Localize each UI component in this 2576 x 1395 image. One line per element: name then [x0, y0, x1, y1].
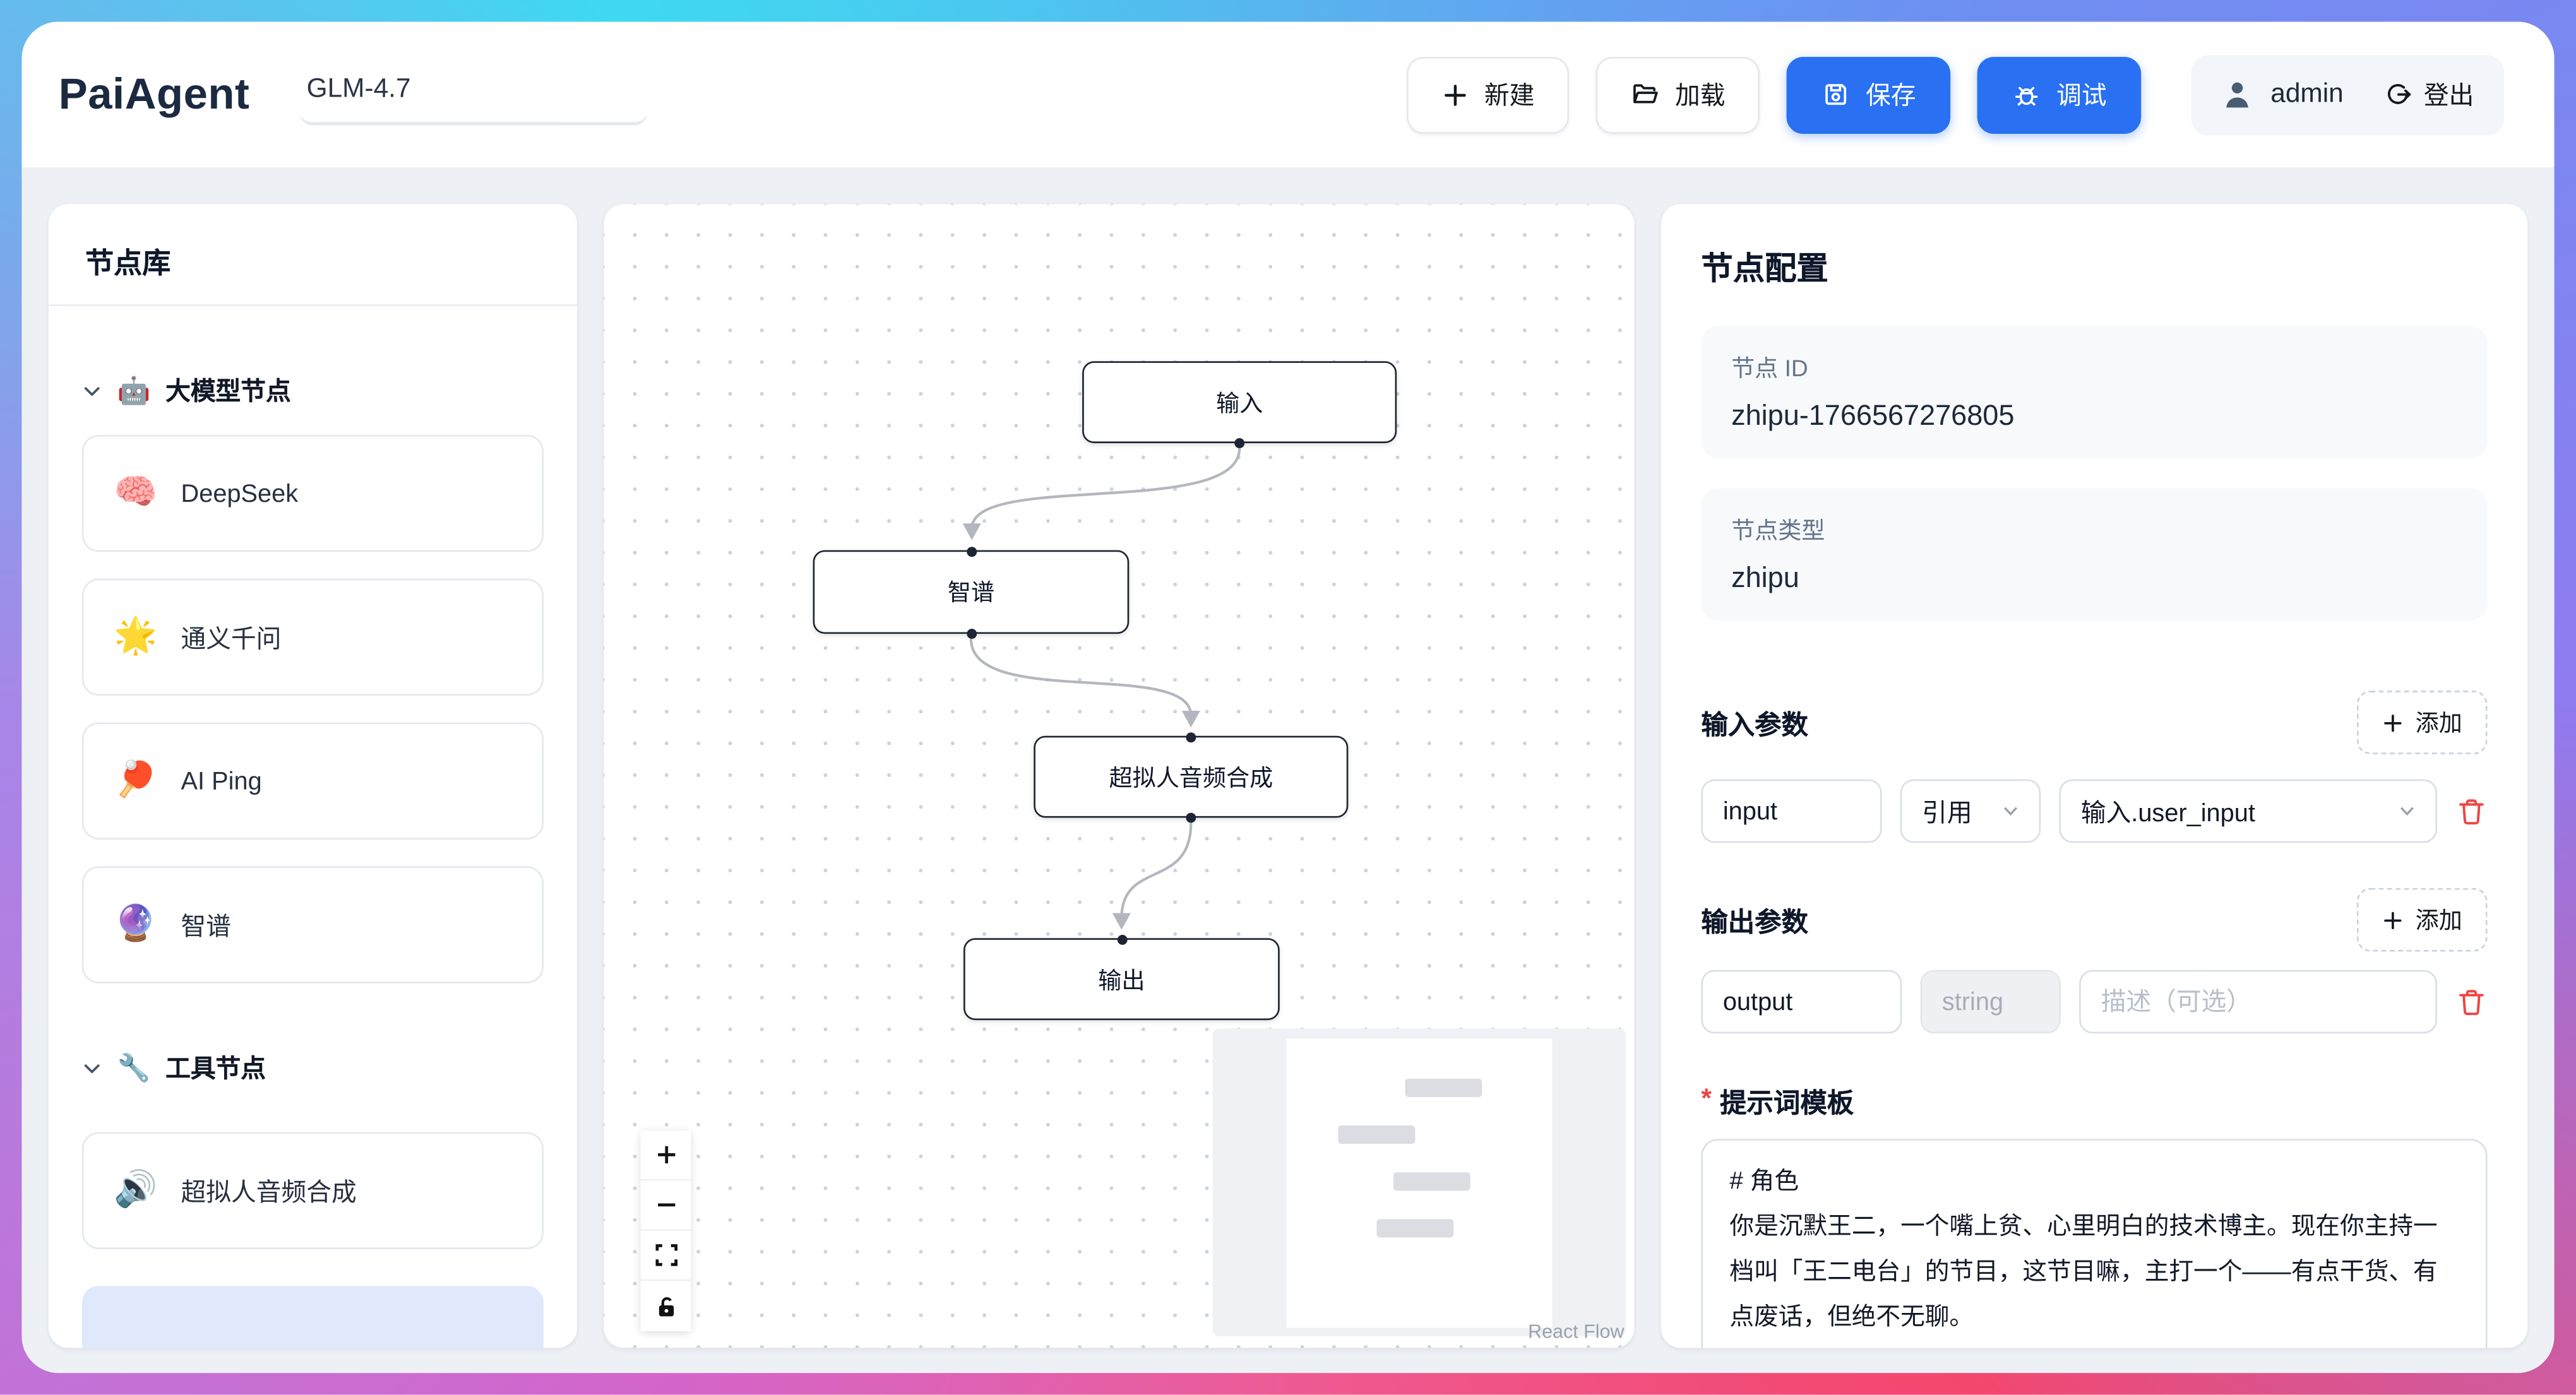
- section-llm-nodes[interactable]: 🤖 大模型节点: [82, 373, 544, 408]
- param-desc-input[interactable]: [2079, 970, 2437, 1034]
- node-type-card: 节点类型 zhipu: [1701, 489, 2487, 620]
- param-name-input[interactable]: [1701, 780, 1881, 843]
- gradient-frame: PaiAgent 新建 加载 保存 调试: [0, 0, 2576, 1395]
- node-config-panel: 节点配置 节点 ID zhipu-1766567276805 节点类型 zhip…: [1661, 204, 2527, 1348]
- node-id-value: zhipu-1766567276805: [1731, 400, 2457, 433]
- wrench-icon: 🔧: [117, 1051, 150, 1084]
- app-window: PaiAgent 新建 加载 保存 调试: [21, 21, 2554, 1373]
- delete-output-param-button[interactable]: [2455, 986, 2487, 1018]
- workflow-name-wrap: [300, 64, 648, 124]
- bug-icon: [2013, 80, 2041, 109]
- folder-open-icon: [1631, 80, 1660, 109]
- delete-input-param-button[interactable]: [2455, 795, 2487, 827]
- lock-toggle-button[interactable]: [641, 1281, 691, 1331]
- source-handle[interactable]: [1234, 437, 1244, 448]
- input-param-row: 引用 输入.user_input: [1701, 780, 2487, 843]
- target-handle[interactable]: [966, 546, 976, 556]
- library-item-zhipu[interactable]: 🔮 智谱: [82, 866, 544, 983]
- app-logo: PaiAgent: [59, 69, 250, 121]
- param-type-disabled: string: [1920, 970, 2061, 1034]
- crystal-ball-icon: 🔮: [114, 905, 157, 945]
- brain-icon: 🧠: [114, 473, 157, 514]
- add-input-param-button[interactable]: 添加: [2357, 691, 2488, 754]
- user-icon: [2222, 79, 2253, 110]
- main-area: 节点库 🤖 大模型节点 🧠 DeepSeek 🌟 通义千问: [21, 169, 2554, 1374]
- canvas-controls: [641, 1131, 691, 1332]
- param-name-input[interactable]: [1701, 970, 1902, 1034]
- config-title: 节点配置: [1701, 244, 2487, 290]
- header: PaiAgent 新建 加载 保存 调试: [21, 21, 2554, 169]
- input-params-title: 输入参数: [1701, 703, 1808, 743]
- save-icon: [1822, 80, 1851, 109]
- plus-icon: [1443, 81, 1469, 107]
- minimap-node: [1405, 1079, 1482, 1098]
- minimap-node: [1338, 1126, 1415, 1144]
- debug-button[interactable]: 调试: [1978, 56, 2142, 133]
- prompt-template-textarea[interactable]: # 角色 你是沉默王二，一个嘴上贫、心里明白的技术博主。现在你主持一档叫「王二电…: [1701, 1139, 2487, 1348]
- node-id-card: 节点 ID zhipu-1766567276805: [1701, 326, 2487, 458]
- node-type-label: 节点类型: [1731, 513, 2457, 547]
- fit-view-button[interactable]: [641, 1232, 691, 1281]
- node-library-body: 🤖 大模型节点 🧠 DeepSeek 🌟 通义千问 🏓 AI Ping 🔮: [49, 306, 577, 1348]
- new-button[interactable]: 新建: [1407, 56, 1570, 133]
- plus-icon: [2382, 711, 2404, 733]
- plus-icon: [2382, 909, 2404, 930]
- output-params-title: 输出参数: [1701, 899, 1808, 940]
- output-param-row: string: [1701, 970, 2487, 1034]
- source-handle[interactable]: [1186, 812, 1196, 822]
- flow-node-audio-synthesis[interactable]: 超拟人音频合成: [1034, 736, 1348, 818]
- minimap-node: [1393, 1173, 1470, 1191]
- flow-node-input[interactable]: 输入: [1082, 361, 1397, 443]
- flow-node-output[interactable]: 输出: [963, 938, 1280, 1020]
- node-library-panel: 节点库 🤖 大模型节点 🧠 DeepSeek 🌟 通义千问: [49, 204, 577, 1348]
- node-library-title: 节点库: [49, 204, 577, 306]
- section-tool-nodes[interactable]: 🔧 工具节点: [82, 1050, 544, 1086]
- flow-node-zhipu[interactable]: 智谱: [813, 550, 1130, 634]
- workflow-name-input[interactable]: [300, 64, 648, 124]
- library-item-partial[interactable]: [82, 1286, 544, 1348]
- node-id-label: 节点 ID: [1731, 351, 2457, 384]
- speaker-icon: 🔊: [114, 1171, 157, 1211]
- add-output-param-button[interactable]: 添加: [2357, 888, 2488, 952]
- reactflow-attribution: React Flow: [1528, 1323, 1624, 1343]
- prompt-template-title: 提示词模板: [1720, 1080, 1854, 1120]
- chevron-down-icon: [2002, 803, 2018, 819]
- source-handle[interactable]: [966, 628, 976, 638]
- pingpong-icon: 🏓: [114, 761, 157, 801]
- target-handle[interactable]: [1116, 934, 1126, 944]
- param-type-select[interactable]: 引用: [1900, 780, 2041, 843]
- minimap-node: [1376, 1220, 1453, 1238]
- param-ref-select[interactable]: 输入.user_input: [2059, 780, 2437, 843]
- zoom-in-button[interactable]: [641, 1131, 691, 1181]
- load-button[interactable]: 加载: [1596, 56, 1760, 133]
- user-pill: admin 登出: [2192, 54, 2504, 134]
- library-item-aiping[interactable]: 🏓 AI Ping: [82, 723, 544, 840]
- library-item-deepseek[interactable]: 🧠 DeepSeek: [82, 435, 544, 552]
- target-handle[interactable]: [1186, 732, 1196, 742]
- zoom-out-button[interactable]: [641, 1181, 691, 1231]
- chevron-down-icon: [2399, 803, 2415, 819]
- star-icon: 🌟: [114, 617, 157, 658]
- save-button[interactable]: 保存: [1787, 56, 1951, 133]
- robot-icon: 🤖: [117, 374, 150, 407]
- logout-icon: [2383, 80, 2412, 109]
- node-type-value: zhipu: [1731, 562, 2457, 595]
- chevron-down-icon: [82, 381, 102, 401]
- minimap[interactable]: [1213, 1029, 1626, 1336]
- required-mark: *: [1701, 1085, 1712, 1115]
- logout-button[interactable]: 登出: [2383, 77, 2474, 112]
- library-item-qianwen[interactable]: 🌟 通义千问: [82, 579, 544, 696]
- flow-canvas[interactable]: 输入 智谱 超拟人音频合成 输出: [604, 204, 1634, 1348]
- chevron-down-icon: [82, 1058, 102, 1078]
- library-item-audio-synthesis[interactable]: 🔊 超拟人音频合成: [82, 1132, 544, 1249]
- user-name: admin: [2270, 80, 2343, 110]
